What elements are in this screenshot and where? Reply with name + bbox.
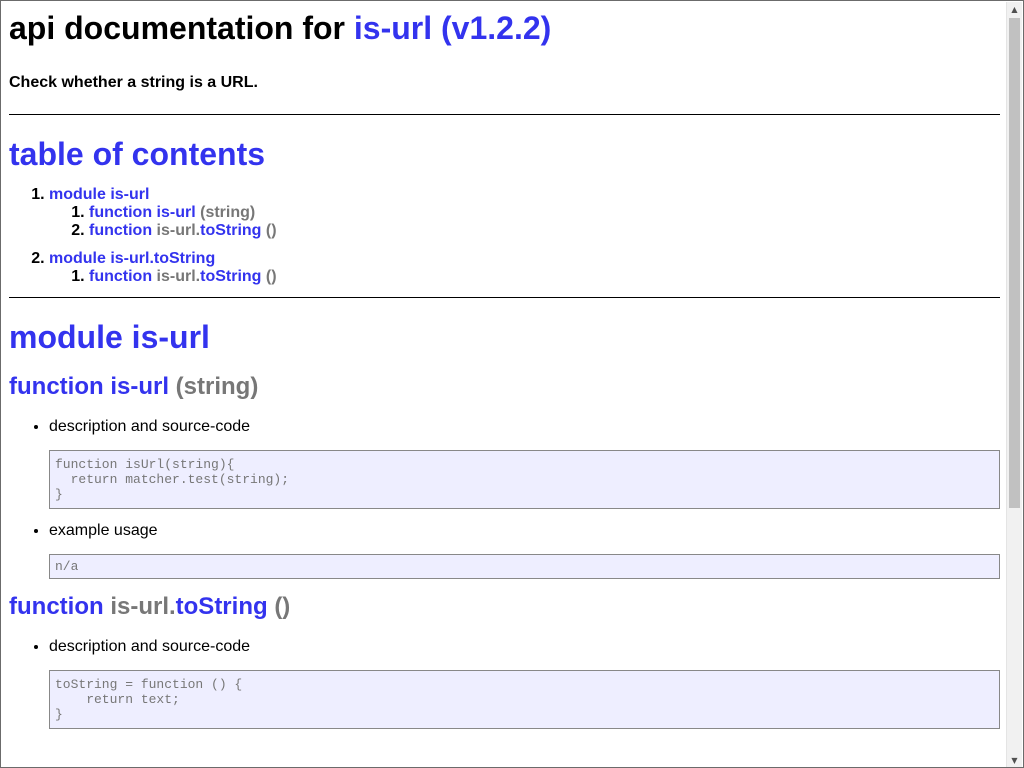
- toc-list: module is-url function is-url (string) f…: [9, 186, 1000, 286]
- keyword: function: [89, 268, 153, 285]
- package-link[interactable]: is-url (v1.2.2): [354, 10, 551, 46]
- function-name: toString: [200, 268, 262, 285]
- function-name: is-url: [110, 373, 169, 400]
- code-wrapper: n/a: [9, 554, 1000, 579]
- toc-function-link[interactable]: function is-url (string): [89, 204, 255, 221]
- code-wrapper: function isUrl(string){ return matcher.t…: [9, 450, 1000, 509]
- function-name: toString: [200, 222, 262, 239]
- keyword: function: [89, 204, 153, 221]
- keyword: function: [89, 222, 153, 239]
- keyword: function: [9, 373, 104, 400]
- function-prefix: is-url.: [156, 268, 201, 285]
- description-label: description and source-code: [49, 418, 1000, 436]
- doc-content: api documentation for is-url (v1.2.2) Ch…: [9, 1, 1000, 767]
- keyword: function: [9, 593, 104, 620]
- code-wrapper: toString = function () { return text; }: [9, 670, 1000, 729]
- package-description: Check whether a string is a URL.: [9, 74, 258, 91]
- function-heading: function is-url (string): [9, 373, 1000, 401]
- function-args: (): [265, 268, 277, 285]
- vertical-scrollbar[interactable]: ▲ ▼: [1006, 2, 1022, 767]
- function-heading: function is-url.toString (): [9, 593, 1000, 621]
- function-details: example usage: [9, 522, 1000, 540]
- page-frame: api documentation for is-url (v1.2.2) Ch…: [0, 0, 1024, 768]
- toc-module-link[interactable]: module is-url.toString: [49, 250, 215, 267]
- function-name: toString: [175, 593, 268, 620]
- function-prefix: is-url.: [110, 593, 176, 620]
- function-details: description and source-code: [9, 638, 1000, 656]
- toc-title: table of contents: [9, 135, 1000, 173]
- toc-module-item: module is-url function is-url (string) f…: [49, 186, 1000, 240]
- source-code-block: function isUrl(string){ return matcher.t…: [49, 450, 1000, 509]
- module-title-link[interactable]: module is-url: [9, 319, 210, 355]
- toc-function-link[interactable]: function is-url.toString (): [89, 222, 277, 239]
- scrollbar-thumb[interactable]: [1009, 18, 1020, 508]
- divider: [9, 297, 1000, 298]
- function-args: (string): [175, 373, 259, 400]
- function-heading-link[interactable]: function is-url (string): [9, 373, 258, 400]
- toc-function-link[interactable]: function is-url.toString (): [89, 268, 277, 285]
- scroll-up-arrow-icon[interactable]: ▲: [1007, 2, 1022, 17]
- function-prefix: is-url.: [156, 222, 201, 239]
- toc-sublist: function is-url.toString (): [49, 268, 1000, 286]
- function-args: (string): [200, 204, 256, 221]
- example-code-block: n/a: [49, 554, 1000, 579]
- divider: [9, 114, 1000, 115]
- source-code-block: toString = function () { return text; }: [49, 670, 1000, 729]
- toc-title-link[interactable]: table of contents: [9, 136, 265, 172]
- toc-module-item: module is-url.toString function is-url.t…: [49, 250, 1000, 286]
- toc-sublist: function is-url (string) function is-url…: [49, 204, 1000, 240]
- function-heading-link[interactable]: function is-url.toString (): [9, 593, 290, 620]
- example-label: example usage: [49, 522, 1000, 540]
- toc-module-link[interactable]: module is-url: [49, 186, 149, 203]
- function-details: description and source-code: [9, 418, 1000, 436]
- function-args: (): [274, 593, 291, 620]
- scroll-down-arrow-icon[interactable]: ▼: [1007, 753, 1022, 767]
- description-label: description and source-code: [49, 638, 1000, 656]
- page-title: api documentation for is-url (v1.2.2): [9, 9, 1000, 47]
- title-prefix: api documentation for: [9, 10, 345, 46]
- toc-function-item: function is-url.toString (): [89, 222, 1000, 240]
- toc-function-item: function is-url (string): [89, 204, 1000, 222]
- module-title: module is-url: [9, 318, 1000, 356]
- function-name: is-url: [156, 204, 196, 221]
- toc-function-item: function is-url.toString (): [89, 268, 1000, 286]
- function-args: (): [265, 222, 277, 239]
